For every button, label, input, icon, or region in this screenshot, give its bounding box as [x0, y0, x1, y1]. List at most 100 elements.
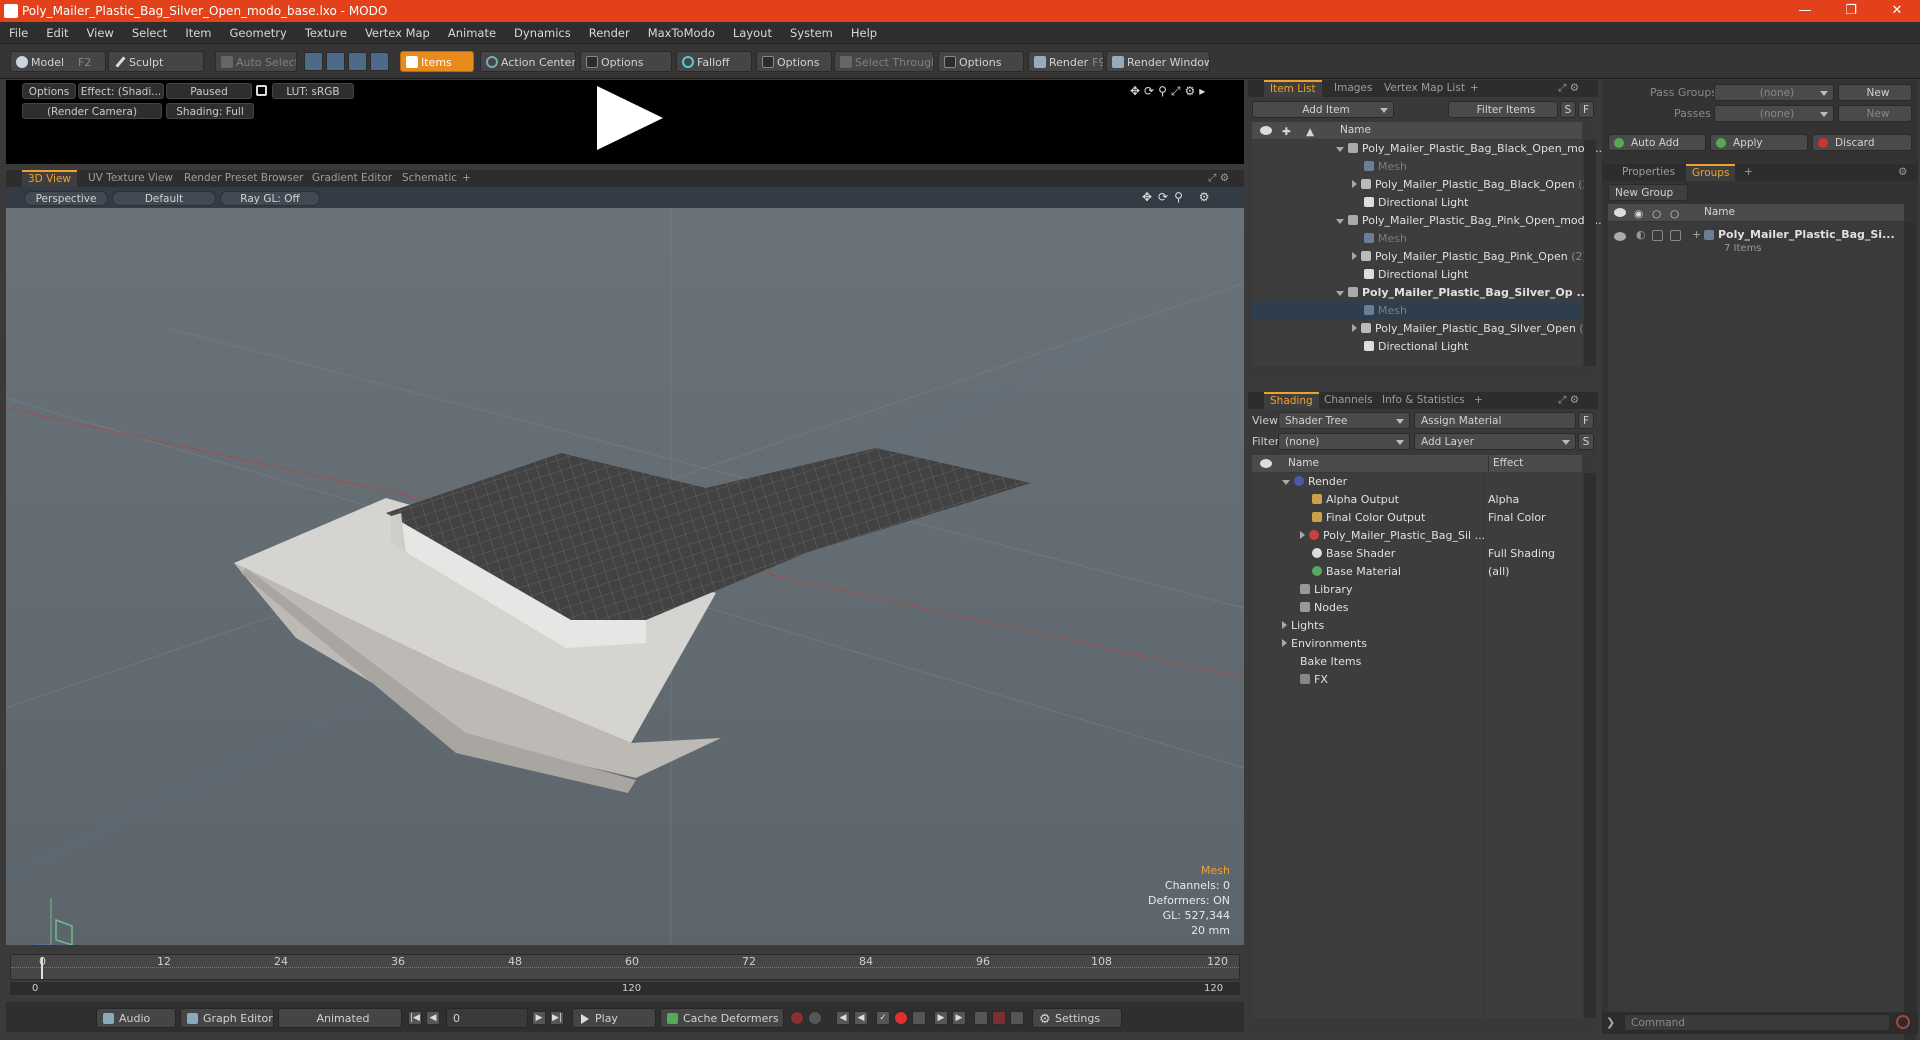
- tab-schematic[interactable]: Schematic: [396, 170, 463, 187]
- cache-deformers-button[interactable]: Cache Deformers: [660, 1008, 784, 1028]
- graph-editor-button[interactable]: Graph Editor: [180, 1008, 274, 1028]
- edges-mode-icon[interactable]: [326, 52, 345, 71]
- add-tab-icon[interactable]: +: [1468, 392, 1489, 409]
- menu-system[interactable]: System: [781, 22, 842, 44]
- shader-row[interactable]: Render: [1252, 473, 1582, 491]
- preview-options-button[interactable]: Options: [22, 83, 76, 99]
- viewport-layout-icons[interactable]: ⤢ ⚙: [1202, 170, 1235, 187]
- play-icon[interactable]: [597, 86, 663, 150]
- new-pass-group-button[interactable]: New: [1838, 84, 1912, 101]
- record-icon[interactable]: [894, 1011, 908, 1025]
- sculpt-mode-button[interactable]: Sculpt: [108, 51, 204, 72]
- tab-gradient-editor[interactable]: Gradient Editor: [306, 170, 398, 187]
- vertices-mode-icon[interactable]: [304, 52, 323, 71]
- shader-row[interactable]: Lights: [1252, 617, 1582, 635]
- restore-icon[interactable]: ❐: [1828, 0, 1874, 22]
- tab-render-preset-browser[interactable]: Render Preset Browser: [178, 170, 309, 187]
- list-item[interactable]: Poly_Mailer_Plastic_Bag_Silver_Op ...: [1252, 284, 1589, 302]
- render-button[interactable]: RenderF9: [1028, 51, 1104, 72]
- frame-field[interactable]: 0: [446, 1008, 528, 1028]
- lock-icon[interactable]: [256, 85, 267, 96]
- list-item[interactable]: Poly_Mailer_Plastic_Bag_Pink_Open_modo..…: [1252, 212, 1602, 230]
- delete-key-icon[interactable]: [912, 1011, 926, 1025]
- shader-row[interactable]: FX: [1252, 671, 1582, 689]
- camera-dropdown[interactable]: (Render Camera): [22, 103, 162, 119]
- next-transport-icon[interactable]: ▶: [952, 1011, 966, 1025]
- shader-tree-scrollbar[interactable]: [1584, 473, 1596, 1018]
- item-list-f-button[interactable]: F: [1578, 101, 1594, 118]
- effect-value[interactable]: (all): [1488, 563, 1509, 581]
- list-item[interactable]: Poly_Mailer_Plastic_Bag_Black_Open_mod..…: [1252, 140, 1602, 158]
- tab-vertex-map-list[interactable]: Vertex Map List: [1378, 80, 1471, 97]
- minimize-icon[interactable]: —: [1782, 0, 1828, 22]
- shading-s-button[interactable]: S: [1578, 433, 1594, 450]
- list-item[interactable]: Mesh: [1252, 158, 1582, 176]
- key-options-icon[interactable]: [1010, 1011, 1024, 1025]
- go-start-icon[interactable]: |◀: [408, 1011, 422, 1025]
- menu-render[interactable]: Render: [580, 22, 639, 44]
- menu-view[interactable]: View: [78, 22, 123, 44]
- pass-groups-dropdown[interactable]: (none): [1714, 84, 1834, 101]
- shader-row[interactable]: Alpha Output Alpha: [1252, 491, 1582, 509]
- apply-button[interactable]: Apply: [1710, 134, 1808, 151]
- preview-paused-button[interactable]: Paused: [166, 83, 252, 99]
- add-tab-icon[interactable]: +: [1738, 164, 1759, 181]
- view-dropdown[interactable]: Shader Tree: [1278, 412, 1410, 429]
- menu-geometry[interactable]: Geometry: [221, 22, 296, 44]
- keyframe-icon[interactable]: [808, 1011, 822, 1025]
- select-through-button[interactable]: Select Through: [834, 51, 934, 72]
- tab-properties[interactable]: Properties: [1616, 164, 1681, 181]
- shader-row[interactable]: Final Color Output Final Color: [1252, 509, 1582, 527]
- menu-dynamics[interactable]: Dynamics: [505, 22, 580, 44]
- effect-value[interactable]: Alpha: [1488, 491, 1519, 509]
- prev-key-transport-icon[interactable]: ◀: [836, 1011, 850, 1025]
- menu-select[interactable]: Select: [123, 22, 176, 44]
- shader-row[interactable]: Environments: [1252, 635, 1582, 653]
- list-item[interactable]: Poly_Mailer_Plastic_Bag_Black_Open (2): [1252, 176, 1594, 194]
- menu-animate[interactable]: Animate: [439, 22, 505, 44]
- go-end-icon[interactable]: ▶|: [550, 1011, 564, 1025]
- discard-button[interactable]: Discard: [1812, 134, 1912, 151]
- next-frame-icon[interactable]: ▶: [532, 1011, 546, 1025]
- expand-plus-icon[interactable]: +: [1692, 226, 1701, 244]
- prev-key-icon[interactable]: ◀: [426, 1011, 440, 1025]
- tab-3d-view[interactable]: 3D View: [22, 170, 78, 187]
- tab-groups[interactable]: Groups: [1686, 164, 1736, 181]
- passes-dropdown[interactable]: (none): [1714, 105, 1834, 122]
- tab-uv-texture-view[interactable]: UV Texture View: [82, 170, 179, 187]
- shader-row[interactable]: Library: [1252, 581, 1582, 599]
- select-through-options-button[interactable]: Options: [938, 51, 1024, 72]
- add-tab-icon[interactable]: +: [1464, 80, 1485, 97]
- list-item-selected[interactable]: Mesh: [1252, 302, 1582, 320]
- model-mode-button[interactable]: Model F2: [10, 51, 106, 72]
- menu-maxtomodo[interactable]: MaxToModo: [639, 22, 724, 44]
- shader-row[interactable]: Nodes: [1252, 599, 1582, 617]
- menu-help[interactable]: Help: [842, 22, 886, 44]
- assign-material-button[interactable]: Assign Material: [1414, 412, 1576, 429]
- polygons-mode-icon[interactable]: [348, 52, 367, 71]
- list-item[interactable]: Directional Light: [1252, 338, 1582, 356]
- timeline[interactable]: 0 12 24 36 48 60 72 84 96 108 120 0 120 …: [6, 950, 1244, 998]
- effect-value[interactable]: Final Color: [1488, 509, 1546, 527]
- 3d-viewport[interactable]: Mesh Channels: 0 Deformers: ON GL: 527,3…: [6, 188, 1244, 945]
- materials-mode-icon[interactable]: [370, 52, 389, 71]
- tab-channels[interactable]: Channels: [1318, 392, 1379, 409]
- audio-button[interactable]: Audio: [96, 1008, 176, 1028]
- tab-info-statistics[interactable]: Info & Statistics: [1376, 392, 1471, 409]
- menu-item[interactable]: Item: [176, 22, 220, 44]
- action-center-options-button[interactable]: Options: [580, 51, 672, 72]
- menu-edit[interactable]: Edit: [37, 22, 77, 44]
- render-window-button[interactable]: Render Window: [1106, 51, 1210, 72]
- viewport-nav-icons[interactable]: ✥⟳⚲ ⚙: [1142, 190, 1215, 204]
- falloff-button[interactable]: Falloff: [676, 51, 752, 72]
- add-tab-icon[interactable]: +: [456, 170, 477, 187]
- falloff-options-button[interactable]: Options: [756, 51, 832, 72]
- panel-options-icon[interactable]: ⤢ ⚙: [1552, 80, 1585, 97]
- list-item[interactable]: Poly_Mailer_Plastic_Bag_Silver_Open (2): [1252, 320, 1595, 338]
- menu-vertex-map[interactable]: Vertex Map: [356, 22, 439, 44]
- auto-key-icon[interactable]: ✓: [876, 1011, 890, 1025]
- panel-options-icon[interactable]: ⤢ ⚙: [1552, 392, 1585, 409]
- preview-nav-icons[interactable]: ✥⟳⚲⤢⚙▸: [1130, 84, 1209, 99]
- tab-shading[interactable]: Shading: [1264, 392, 1319, 409]
- shader-row[interactable]: Base Shader Full Shading: [1252, 545, 1582, 563]
